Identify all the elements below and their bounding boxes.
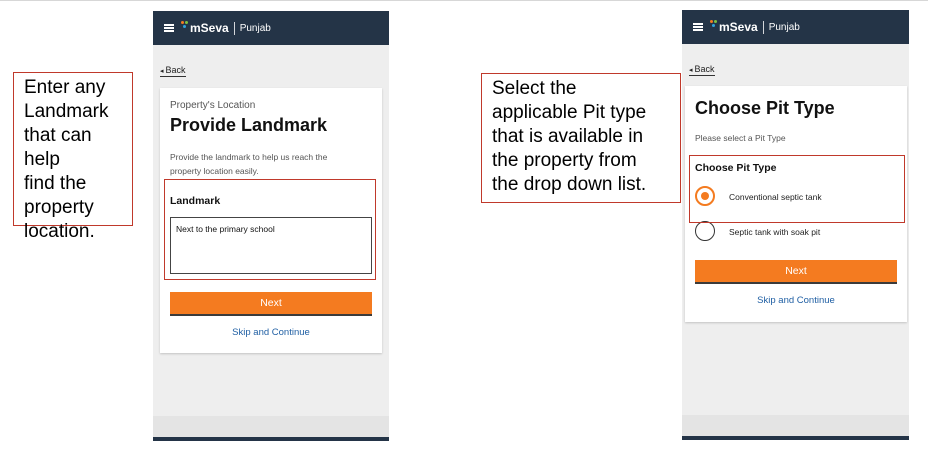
description-line: Provide the landmark to help us reach th… (170, 152, 328, 162)
skip-and-continue-link[interactable]: Skip and Continue (170, 327, 372, 338)
bottom-bar (153, 437, 389, 441)
chevron-left-icon: ◂ (160, 68, 164, 75)
callout-line: Enter any (24, 77, 106, 98)
back-link[interactable]: ◂ Back (160, 65, 186, 77)
header-divider (233, 21, 235, 35)
app-brand: mSeva (719, 20, 758, 34)
back-label: Back (694, 64, 715, 74)
callout-line: find the (24, 173, 87, 194)
card-subtitle: Property's Location (170, 100, 256, 111)
landmark-instruction-callout: Enter any Landmark that can help find th… (13, 72, 133, 242)
next-button[interactable]: Next (695, 260, 897, 282)
bottom-gray-band (153, 416, 389, 437)
callout-line: the drop down list. (492, 174, 647, 195)
bottom-bar (682, 436, 909, 440)
callout-line: the property from (492, 150, 637, 171)
callout-line: that is available in (492, 126, 644, 147)
app-header: mSeva Punjab (682, 10, 909, 44)
pit-type-screen: mSeva Punjab ◂ Back Choose Pit Type Pleas… (682, 10, 909, 440)
description-line: property location easily. (170, 166, 259, 176)
callout-line: Select the (492, 78, 577, 99)
mseva-logo-icon (181, 21, 189, 29)
app-brand: mSeva (190, 21, 229, 35)
page-title: Choose Pit Type (695, 98, 835, 118)
next-button[interactable]: Next (170, 292, 372, 314)
callout-line: applicable Pit type (492, 102, 647, 123)
app-header: mSeva Punjab (153, 11, 389, 45)
city-name: Punjab (239, 22, 271, 34)
pit-type-highlight-box (689, 155, 905, 223)
skip-and-continue-link[interactable]: Skip and Continue (695, 295, 897, 306)
top-divider-line (0, 0, 928, 1)
hamburger-menu-icon[interactable] (693, 23, 703, 31)
back-label: Back (165, 65, 186, 75)
landmark-highlight-box (164, 179, 376, 280)
page-title: Provide Landmark (170, 115, 328, 135)
bottom-gray-band (682, 415, 909, 436)
mseva-logo-icon (710, 20, 718, 28)
card-description: Please select a Pit Type (695, 133, 786, 143)
card-description: Provide the landmark to help us reach th… (170, 150, 327, 178)
back-link[interactable]: ◂ Back (689, 64, 715, 76)
radio-option-septic-tank-with-soak-pit[interactable]: Septic tank with soak pit (695, 221, 895, 243)
header-divider (762, 20, 764, 34)
callout-line: location. (24, 221, 95, 242)
hamburger-menu-icon[interactable] (164, 24, 174, 32)
callout-line: Landmark (24, 101, 109, 122)
callout-line: property (24, 197, 94, 218)
city-name: Punjab (768, 21, 800, 33)
chevron-left-icon: ◂ (689, 67, 693, 74)
callout-line: that can help (24, 125, 92, 170)
radio-unselected-icon[interactable] (695, 221, 715, 241)
radio-option-label: Septic tank with soak pit (729, 227, 821, 237)
pit-type-instruction-callout: Select the applicable Pit type that is a… (481, 73, 681, 203)
